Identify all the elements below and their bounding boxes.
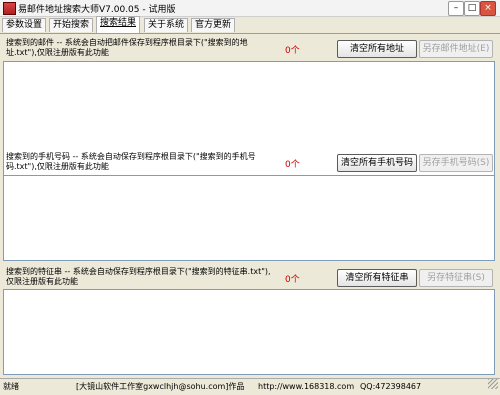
tab-settings[interactable]: 参数设置 [2, 18, 47, 32]
resize-grip-icon[interactable] [488, 379, 498, 389]
clear-emails-button[interactable]: 清空所有地址 [337, 40, 417, 58]
feature-count: 0个 [285, 275, 300, 285]
title-bar: 易邮件地址搜索大师V7.00.05 - 试用版 – □ × [0, 0, 500, 17]
clear-features-button[interactable]: 清空所有特征串 [337, 269, 417, 287]
status-url: http://www.168318.com [258, 382, 355, 391]
app-icon [3, 2, 16, 15]
tab-updates[interactable]: 官方更新 [191, 18, 236, 32]
tab-bar: 参数设置 开始搜索 搜索结果 关于系统 官方更新 [0, 16, 500, 34]
email-section-label: 搜索到的邮件 -- 系统会自动把邮件保存到程序根目录下("搜索到的地址.txt"… [6, 38, 248, 57]
phone-section-label: 搜索到的手机号码 -- 系统会自动保存到程序根目录下("搜索到的手机号码.txt… [6, 152, 256, 171]
feature-results-textarea[interactable] [3, 289, 495, 375]
save-emails-button[interactable]: 另存邮件地址(E) [419, 40, 493, 58]
status-author: [大镜山软件工作室gxwclhjh@sohu.com]作品 [76, 382, 245, 391]
save-features-button[interactable]: 另存特征串(S) [419, 269, 493, 287]
maximize-button[interactable]: □ [464, 1, 480, 16]
window-title: 易邮件地址搜索大师V7.00.05 - 试用版 [18, 5, 176, 15]
close-button[interactable]: × [480, 1, 496, 16]
tab-about[interactable]: 关于系统 [144, 18, 189, 32]
minimize-button[interactable]: – [448, 1, 464, 16]
status-bar: 就绪 [大镜山软件工作室gxwclhjh@sohu.com]作品 http://… [0, 378, 500, 395]
status-ready: 就绪 [3, 382, 19, 391]
phone-count: 0个 [285, 160, 300, 170]
email-count: 0个 [285, 46, 300, 56]
feature-section-label: 搜索到的特征串 -- 系统会自动保存到程序根目录下("搜索到的特征串.txt")… [6, 267, 271, 286]
tab-search-results[interactable]: 搜索结果 [96, 16, 141, 33]
phone-results-textarea[interactable] [3, 175, 495, 261]
tab-start-search[interactable]: 开始搜索 [49, 18, 94, 32]
save-phones-button[interactable]: 另存手机号码(S) [419, 154, 493, 172]
clear-phones-button[interactable]: 清空所有手机号码 [337, 154, 417, 172]
status-qq: QQ:472398467 [360, 382, 422, 391]
